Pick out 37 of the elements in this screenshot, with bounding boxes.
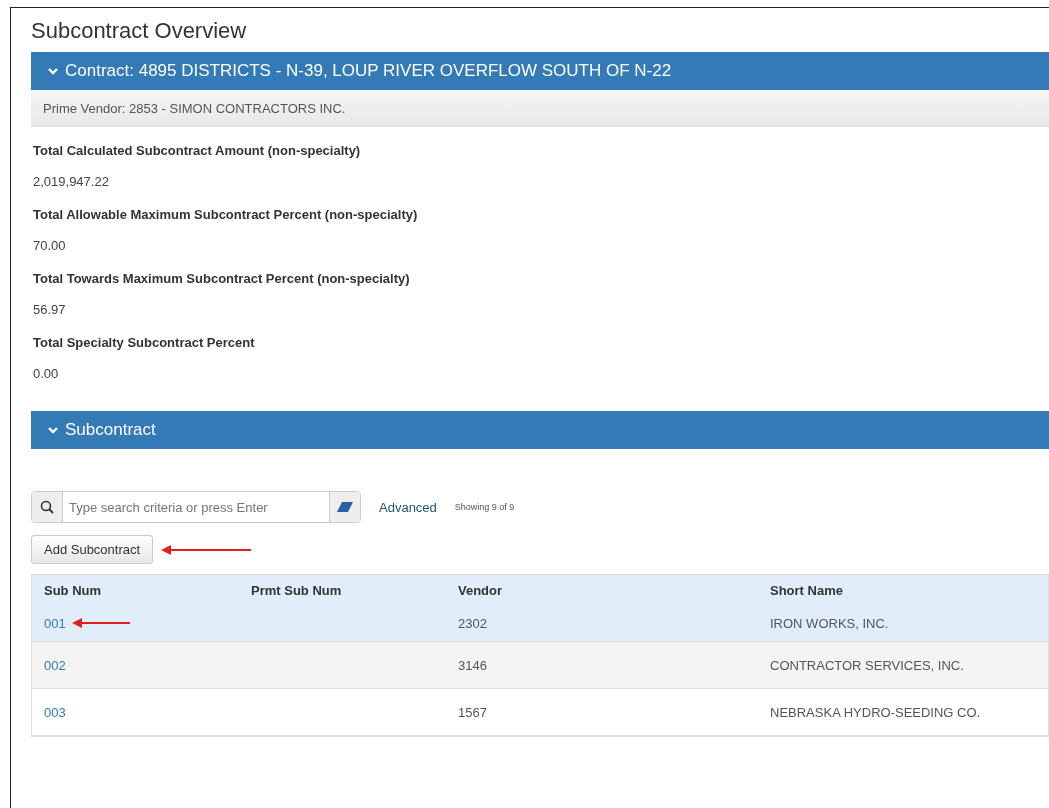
table-cell-text: IRON WORKS, INC.	[770, 615, 890, 631]
field-label: Total Calculated Subcontract Amount (non-specialty)	[33, 143, 362, 158]
search-icon	[40, 500, 54, 514]
field-value: 2,019,947.22	[33, 174, 110, 189]
table-row[interactable]: 002 3146 CONTRACTOR SERVICES, INC.	[32, 642, 1048, 689]
table-cell-text: CONTRACTOR SERVICES, INC.	[770, 657, 965, 673]
sub-num-link[interactable]: 002	[44, 657, 251, 673]
arrow-icon	[71, 618, 130, 628]
column-header[interactable]: Short Name	[770, 582, 1036, 598]
column-header[interactable]: Vendor	[458, 582, 770, 598]
field-label: Total Towards Maximum Subcontract Percent (non-specialty)	[33, 271, 411, 286]
table-cell-text: 2302	[458, 615, 488, 631]
table-cell-text: 1567	[458, 704, 488, 720]
page-title: Subcontract Overview	[31, 18, 248, 44]
field-value: 56.97	[33, 302, 67, 317]
chevron-icon	[47, 65, 59, 77]
advanced-link[interactable]: Advanced	[379, 499, 437, 515]
field-label: Total Specialty Subcontract Percent	[33, 335, 256, 350]
table-cell-text: 3146	[458, 657, 488, 673]
prime-vendor-bar: Prime Vendor: 2853 - SIMON CONTRACTORS INC.	[31, 90, 1049, 127]
field-label: Total Allowable Maximum Subcontract Percent (non-specialty)	[33, 207, 419, 222]
sub-num-link[interactable]: 003	[44, 704, 251, 720]
eraser-icon[interactable]	[337, 502, 353, 512]
column-header[interactable]: Prmt Sub Num	[251, 582, 458, 598]
contract-panel-header[interactable]: Contract: 4895 DISTRICTS - N-39, LOUP RIVER OVERFLOW SOUTH OF N-22	[31, 52, 1049, 90]
subcontract-panel-header[interactable]: Subcontract	[31, 411, 1049, 449]
column-header[interactable]: Sub Num	[44, 582, 251, 598]
showing-count: Showing 9 of 9	[454, 502, 515, 512]
search-field[interactable]: Type search criteria or press Enter	[31, 491, 361, 523]
table-cell-text: NEBRASKA HYDRO-SEEDING CO.	[770, 704, 982, 720]
field-value: 70.00	[33, 238, 67, 253]
arrow-icon	[161, 544, 252, 555]
chevron-icon	[47, 424, 59, 436]
field-value: 0.00	[33, 366, 60, 381]
table-row[interactable]: 001 2302 IRON WORKS, INC.	[32, 605, 1048, 642]
sub-num-link[interactable]: 001	[44, 615, 251, 631]
add-subcontract-button[interactable]: Add Subcontract	[31, 535, 154, 564]
